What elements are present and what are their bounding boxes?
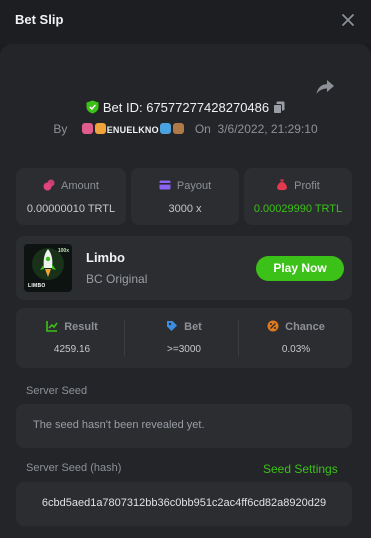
- bet-label: Bet: [184, 321, 202, 333]
- bet-id-row: Bet ID: 67577277428270486: [0, 100, 371, 115]
- server-seed-value: The seed hasn't been revealed yet.: [33, 419, 205, 431]
- server-seed-hash-box: 6cbd5aed1a7807312bb36c0bb951c2ac4ff6cd82…: [16, 482, 352, 526]
- bet-datetime: 3/6/2022, 21:29:10: [217, 122, 318, 136]
- emoji-icon: [159, 123, 171, 134]
- thumb-text: LIMBO: [28, 283, 46, 289]
- coins-icon: [43, 179, 55, 191]
- result-label-row: Result: [16, 320, 128, 333]
- game-name: Limbo: [86, 250, 125, 265]
- payout-card: Payout 3000 x: [131, 168, 239, 225]
- server-seed-hash-value[interactable]: 6cbd5aed1a7807312bb36c0bb951c2ac4ff6cd82…: [16, 497, 352, 509]
- copy-icon[interactable]: [273, 101, 285, 114]
- game-card: 100x LIMBO Limbo BC Original Play Now: [16, 236, 352, 300]
- profit-label: Profit: [294, 180, 320, 192]
- seed-settings-link[interactable]: Seed Settings: [263, 462, 338, 476]
- close-icon[interactable]: [338, 10, 358, 30]
- payout-value: 3000 x: [168, 203, 202, 215]
- result-column: Result 4259.16: [16, 308, 128, 368]
- payout-label: Payout: [176, 180, 212, 192]
- on-label: On: [194, 122, 211, 136]
- amount-label-row: Amount: [16, 179, 126, 192]
- emoji-icon: [94, 123, 106, 134]
- play-now-button[interactable]: Play Now: [256, 256, 344, 281]
- profit-card: Profit 0.00029990 TRTL: [244, 168, 352, 225]
- chart-icon: [46, 321, 58, 332]
- shield-check-icon: [86, 100, 99, 114]
- chance-column: Chance 0.03%: [240, 308, 352, 368]
- username[interactable]: ENUELKNO: [107, 125, 159, 135]
- profit-value: 0.00029990 TRTL: [253, 203, 343, 215]
- profit-label-row: Profit: [244, 179, 352, 192]
- tag-icon: [167, 321, 178, 331]
- percent-icon: [267, 320, 279, 332]
- divider: [238, 320, 239, 356]
- chance-value: 0.03%: [281, 344, 311, 355]
- game-subtitle: BC Original: [86, 272, 148, 286]
- thumb-badge: 100x: [57, 248, 69, 254]
- amount-label: Amount: [61, 180, 99, 192]
- game-thumbnail[interactable]: 100x LIMBO: [24, 244, 72, 292]
- page-title: Bet Slip: [15, 12, 64, 27]
- payout-label-row: Payout: [131, 179, 239, 192]
- server-seed-label: Server Seed: [26, 385, 88, 397]
- amount-card: Amount 0.00000010 TRTL: [16, 168, 126, 225]
- result-value: 4259.16: [53, 344, 91, 355]
- server-seed-box: The seed hasn't been revealed yet.: [16, 404, 352, 448]
- bet-id: Bet ID: 67577277428270486: [102, 100, 270, 115]
- money-bag-icon: [277, 179, 288, 191]
- result-card: Result 4259.16 Bet >=3000 Chance 0.03%: [16, 308, 352, 368]
- chance-label-row: Chance: [240, 320, 352, 333]
- wallet-icon: [159, 180, 171, 190]
- bet-column: Bet >=3000: [128, 308, 240, 368]
- chance-label: Chance: [285, 321, 325, 333]
- bet-value: >=3000: [167, 344, 201, 355]
- header: Bet Slip: [0, 0, 371, 44]
- by-label: By: [53, 122, 68, 136]
- share-icon[interactable]: [315, 78, 335, 96]
- bet-label-row: Bet: [128, 320, 240, 333]
- divider: [124, 320, 125, 356]
- result-label: Result: [64, 321, 98, 333]
- amount-value: 0.00000010 TRTL: [26, 203, 116, 215]
- server-seed-hash-label: Server Seed (hash): [26, 462, 122, 474]
- avatar[interactable]: [81, 123, 93, 134]
- emoji-icon: [172, 123, 184, 134]
- bet-author-row: By ENUELKNO On 3/6/2022, 21:29:10: [0, 122, 371, 136]
